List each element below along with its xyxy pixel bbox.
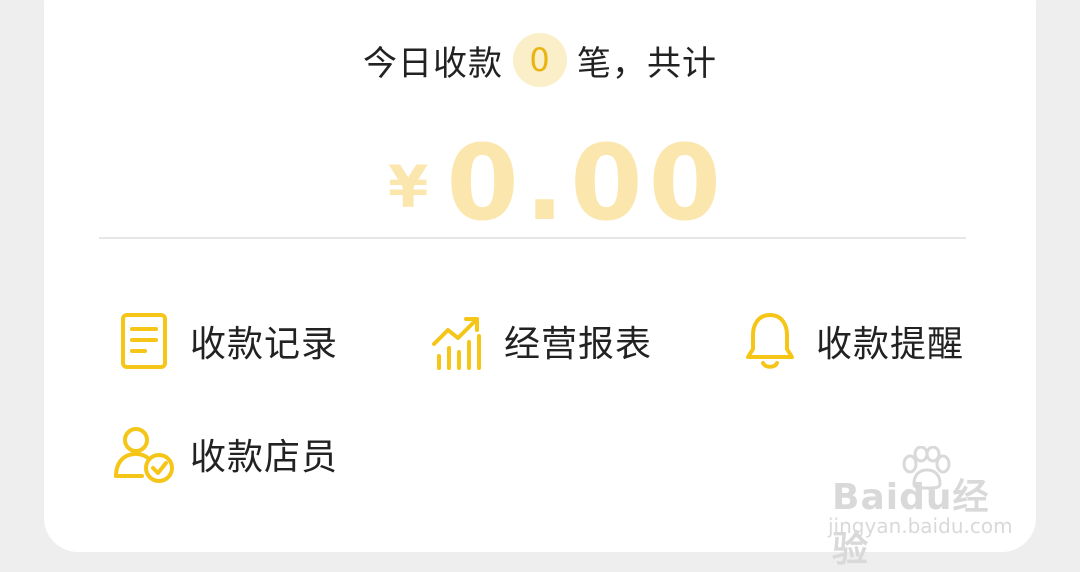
chart-growth-icon <box>426 309 490 373</box>
document-icon <box>112 309 176 373</box>
amount-value: 0.00 <box>446 122 727 244</box>
menu-label-receipt-records: 收款记录 <box>190 324 339 365</box>
menu-item-receipt-records[interactable]: 收款记录 <box>112 309 338 373</box>
total-amount: ¥ 0.00 <box>388 122 727 244</box>
receipt-count-badge: 0 <box>513 33 567 87</box>
bell-icon <box>738 309 802 373</box>
menu-item-business-report[interactable]: 经营报表 <box>426 309 652 373</box>
summary-prefix: 今日收款 <box>363 43 503 84</box>
watermark-site: jingyan.baidu.com <box>828 514 1013 538</box>
currency-symbol: ¥ <box>388 153 429 221</box>
menu-label-business-report: 经营报表 <box>504 324 653 365</box>
menu-label-receipt-reminder: 收款提醒 <box>816 324 965 365</box>
menu-label-receipt-staff: 收款店员 <box>190 437 339 478</box>
summary-suffix: 笔，共计 <box>577 43 717 84</box>
menu-item-receipt-reminder[interactable]: 收款提醒 <box>738 309 964 373</box>
divider <box>99 237 966 239</box>
menu-item-receipt-staff[interactable]: 收款店员 <box>112 422 338 486</box>
baidu-jingyan-watermark: Baidu经验 jingyan.baidu.com <box>826 446 1026 570</box>
today-summary: 今日收款 0 笔，共计 <box>0 30 1080 90</box>
staff-check-icon <box>112 422 176 486</box>
